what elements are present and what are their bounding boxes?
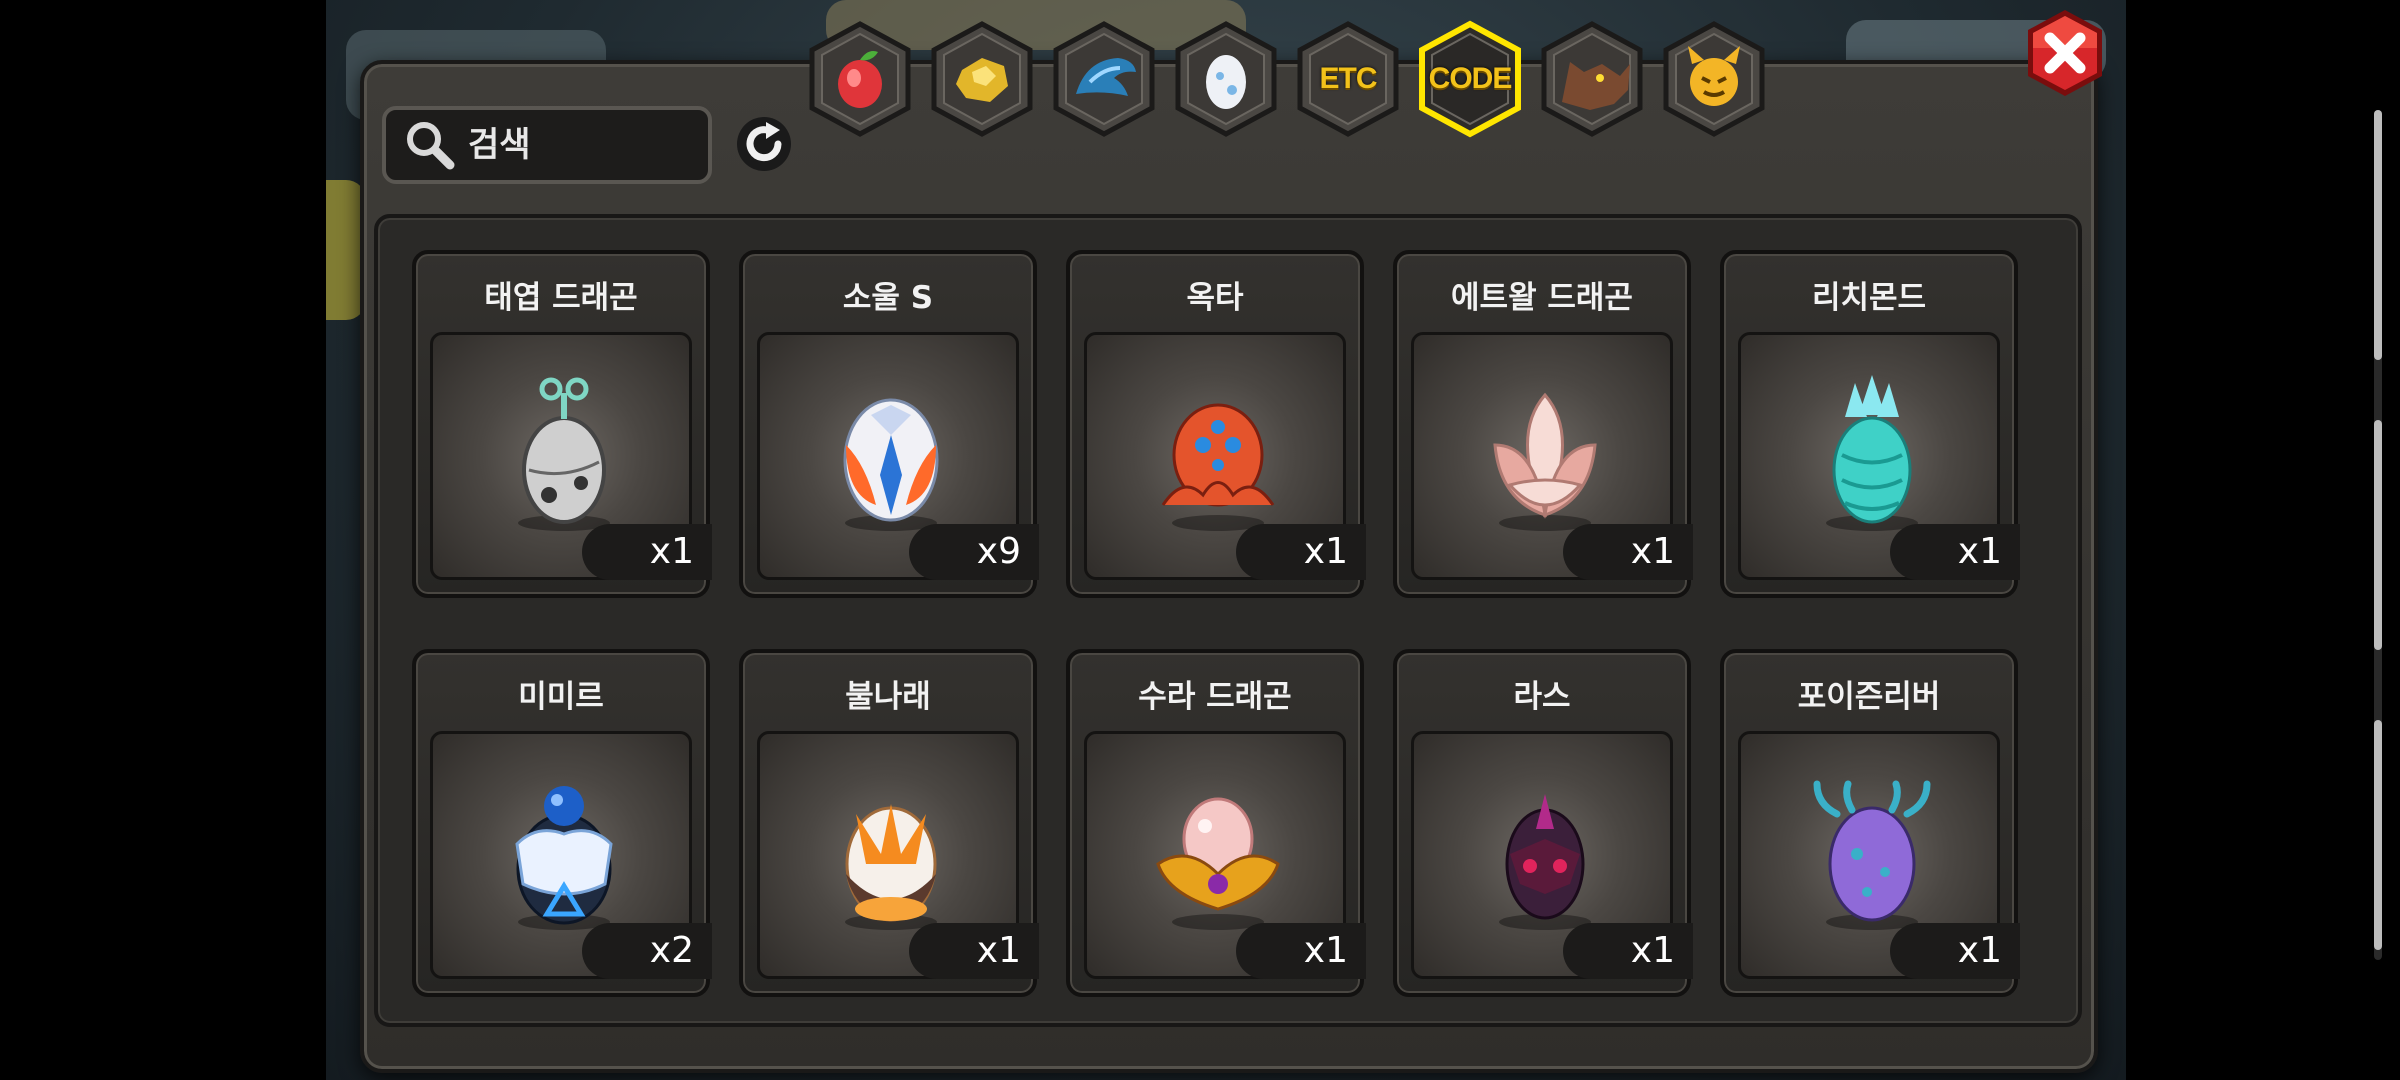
tab-label: CODE bbox=[1428, 62, 1513, 95]
item-name: 리치몬드 bbox=[1811, 280, 1927, 316]
tab-code[interactable]: CODE bbox=[1416, 20, 1524, 138]
item-name: 라스 bbox=[1513, 679, 1571, 715]
item-card[interactable]: 수라 드래곤 x1 bbox=[1066, 649, 1366, 997]
item-name: 불나래 bbox=[845, 679, 931, 715]
item-count: x1 bbox=[1563, 923, 1693, 979]
item-count: x1 bbox=[1236, 524, 1366, 580]
lotus-egg-icon bbox=[1493, 392, 1597, 531]
item-card[interactable]: 에트왈 드래곤 x1 bbox=[1393, 250, 1693, 598]
item-name: 미미르 bbox=[518, 679, 604, 715]
crystal-egg-icon bbox=[1826, 375, 1918, 531]
tab-gold[interactable] bbox=[928, 20, 1036, 138]
tab-fruit[interactable] bbox=[806, 20, 914, 138]
refresh-button[interactable] bbox=[732, 112, 796, 176]
flame-egg-icon bbox=[845, 804, 937, 930]
item-card[interactable]: 리치몬드 x1 bbox=[1720, 250, 2020, 598]
dark-egg-icon bbox=[1499, 794, 1591, 930]
tab-label: ETC bbox=[1319, 62, 1378, 95]
item-name: 소울 S bbox=[842, 280, 934, 316]
item-count: x1 bbox=[1890, 524, 2020, 580]
search-input[interactable] bbox=[466, 124, 690, 166]
item-name: 수라 드래곤 bbox=[1138, 679, 1292, 715]
item-card[interactable]: 옥타 x1 bbox=[1066, 250, 1366, 598]
item-card[interactable]: 포이즌리버 x1 bbox=[1720, 649, 2020, 997]
item-card[interactable]: 태엽 드래곤 x1 bbox=[412, 250, 712, 598]
rune-egg-icon bbox=[515, 786, 613, 930]
close-button[interactable] bbox=[2020, 8, 2110, 98]
clockwork-egg-icon bbox=[518, 377, 610, 531]
item-card[interactable]: 미미르 x2 bbox=[412, 649, 712, 997]
poison-egg-icon bbox=[1813, 780, 1931, 930]
soul-egg-icon bbox=[843, 398, 939, 531]
item-count: x1 bbox=[582, 524, 712, 580]
tab-wolf[interactable] bbox=[1538, 20, 1646, 138]
item-count: x2 bbox=[582, 923, 712, 979]
tab-monster[interactable] bbox=[1660, 20, 1768, 138]
search-box[interactable] bbox=[382, 106, 712, 184]
item-card[interactable]: 라스 x1 bbox=[1393, 649, 1693, 997]
item-name: 포이즌리버 bbox=[1797, 679, 1941, 715]
pearl-egg-icon bbox=[1156, 797, 1280, 930]
item-name: 에트왈 드래곤 bbox=[1451, 280, 1633, 316]
item-card[interactable]: 불나래 x1 bbox=[739, 649, 1039, 997]
tab-dragon[interactable] bbox=[1050, 20, 1158, 138]
tab-etc[interactable]: ETC bbox=[1294, 20, 1402, 138]
scrollbar[interactable] bbox=[2374, 110, 2382, 960]
refresh-icon bbox=[737, 117, 791, 171]
item-count: x1 bbox=[1563, 524, 1693, 580]
item-count: x1 bbox=[1236, 923, 1366, 979]
item-name: 태엽 드래곤 bbox=[484, 280, 638, 316]
tab-egg[interactable] bbox=[1172, 20, 1280, 138]
close-icon bbox=[2028, 10, 2102, 96]
octopus-egg-icon bbox=[1161, 403, 1275, 531]
item-card[interactable]: 소울 S x9 bbox=[739, 250, 1039, 598]
item-count: x1 bbox=[909, 923, 1039, 979]
item-count: x9 bbox=[909, 524, 1039, 580]
item-count: x1 bbox=[1890, 923, 2020, 979]
search-icon bbox=[407, 122, 455, 170]
item-name: 옥타 bbox=[1186, 280, 1244, 316]
